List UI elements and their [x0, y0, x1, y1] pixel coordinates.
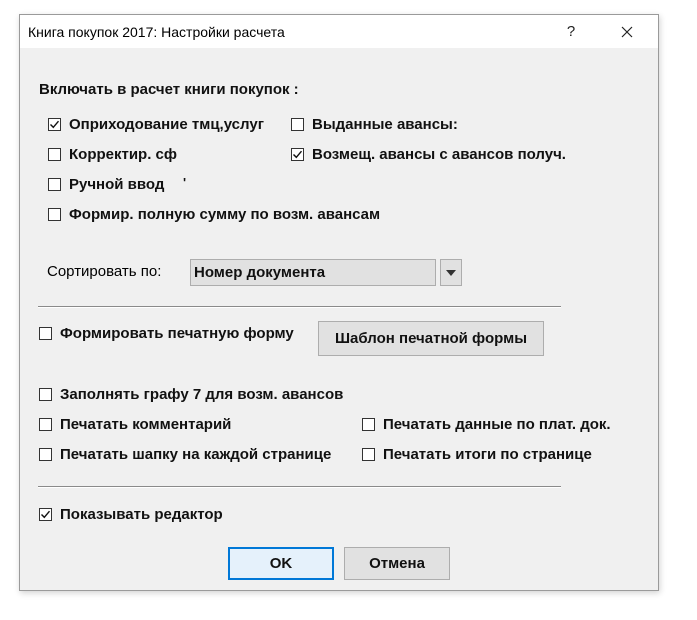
checkbox-label: Печатать данные по плат. док.	[383, 416, 611, 433]
checkbox-box[interactable]	[362, 448, 375, 461]
checkbox-box[interactable]	[39, 508, 52, 521]
checkmark-icon	[50, 120, 60, 129]
sort-select-value: Номер документа	[194, 264, 326, 281]
checkbox-label: Печатать итоги по странице	[383, 446, 592, 463]
checkmark-icon	[293, 150, 303, 159]
checkmark-icon	[41, 510, 51, 519]
cancel-button[interactable]: Отмена	[344, 547, 450, 580]
separator	[38, 306, 561, 308]
checkbox-box[interactable]	[39, 388, 52, 401]
print-template-button[interactable]: Шаблон печатной формы	[318, 321, 544, 356]
checkbox-label: Формир. полную сумму по возм. авансам	[69, 206, 381, 223]
stray-mark: '	[183, 175, 187, 190]
checkbox-box[interactable]	[39, 418, 52, 431]
close-icon	[621, 26, 633, 38]
separator	[38, 486, 561, 488]
include-heading: Включать в расчет книги покупок :	[39, 81, 299, 98]
title-bar: Книга покупок 2017: Настройки расчета ?	[20, 15, 658, 48]
checkbox-label: Ручной ввод	[69, 176, 165, 193]
checkbox-label: Оприходование тмц,услуг	[69, 116, 264, 133]
sort-dropdown-button[interactable]	[440, 259, 462, 286]
help-button[interactable]: ?	[548, 15, 594, 48]
checkbox-box[interactable]	[291, 118, 304, 131]
checkbox-label: Формировать печатную форму	[60, 325, 294, 342]
checkbox-box[interactable]	[39, 448, 52, 461]
checkbox-label: Показывать редактор	[60, 506, 223, 523]
checkbox-box[interactable]	[291, 148, 304, 161]
checkbox-box[interactable]	[48, 118, 61, 131]
checkbox-box[interactable]	[39, 327, 52, 340]
checkbox-label: Печатать шапку на каждой странице	[60, 446, 332, 463]
checkbox-label: Возмещ. авансы с авансов получ.	[312, 146, 566, 163]
settings-dialog: Книга покупок 2017: Настройки расчета ? …	[19, 14, 659, 591]
checkbox-label: Корректир. сф	[69, 146, 178, 163]
close-button[interactable]	[604, 15, 650, 48]
sort-select[interactable]: Номер документа	[190, 259, 436, 286]
checkbox-box[interactable]	[362, 418, 375, 431]
chevron-down-icon	[446, 270, 456, 276]
checkbox-box[interactable]	[48, 148, 61, 161]
sort-label: Сортировать по:	[47, 263, 162, 280]
checkbox-label: Выданные авансы:	[312, 116, 458, 133]
checkbox-box[interactable]	[48, 208, 61, 221]
checkbox-label: Печатать комментарий	[60, 416, 232, 433]
ok-button[interactable]: OK	[228, 547, 334, 580]
checkbox-box[interactable]	[48, 178, 61, 191]
checkbox-label: Заполнять графу 7 для возм. авансов	[60, 386, 344, 403]
window-title: Книга покупок 2017: Настройки расчета	[28, 24, 285, 40]
